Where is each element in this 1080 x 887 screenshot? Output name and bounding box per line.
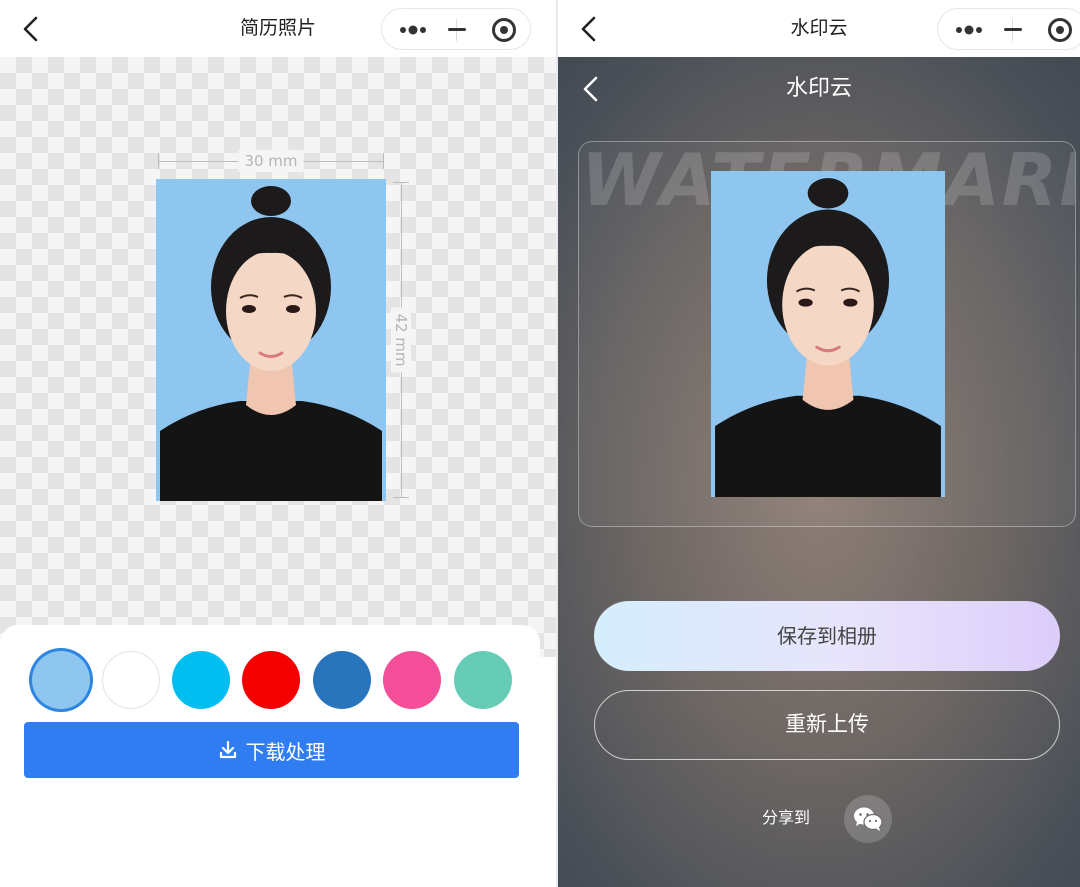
mini-program-capsule bbox=[937, 8, 1080, 50]
target-circle-icon[interactable] bbox=[492, 18, 516, 42]
download-button[interactable]: 下载处理 bbox=[24, 722, 519, 778]
page-title: 水印云 bbox=[785, 76, 852, 101]
height-dimension: 42 mm bbox=[390, 182, 412, 498]
save-to-album-button[interactable]: 保存到相册 bbox=[594, 601, 1060, 671]
wechat-icon bbox=[854, 807, 883, 831]
minimize-icon[interactable] bbox=[448, 28, 466, 31]
download-icon bbox=[219, 740, 236, 759]
height-label: 42 mm bbox=[391, 307, 411, 373]
swatch-white[interactable] bbox=[102, 651, 160, 709]
reupload-button[interactable]: 重新上传 bbox=[594, 690, 1060, 760]
right-navbar: 水印云 bbox=[558, 0, 1080, 57]
swatch-pink[interactable] bbox=[383, 651, 441, 709]
background-color-panel: 下载处理 bbox=[0, 625, 540, 887]
more-dots-icon[interactable] bbox=[955, 23, 983, 37]
portrait-image bbox=[715, 178, 941, 497]
left-navbar: 简历照片 bbox=[0, 0, 556, 57]
more-dots-icon[interactable] bbox=[399, 23, 427, 37]
minimize-icon[interactable] bbox=[1004, 28, 1022, 31]
target-circle-icon[interactable] bbox=[1048, 18, 1072, 42]
swatch-red[interactable] bbox=[242, 651, 300, 709]
width-dimension: 30 mm bbox=[158, 150, 384, 172]
swatch-teal[interactable] bbox=[454, 651, 512, 709]
processed-photo bbox=[711, 171, 945, 497]
width-label: 30 mm bbox=[238, 150, 304, 172]
right-screen: 水印云 水印云 WATERMARK 保存到 bbox=[558, 0, 1080, 887]
wechat-share-button[interactable] bbox=[844, 795, 892, 843]
left-screen: 简历照片 30 mm 42 mm 下载处理 bbox=[0, 0, 556, 887]
swatch-cyan[interactable] bbox=[172, 651, 230, 709]
swatch-light-blue[interactable] bbox=[32, 651, 90, 709]
id-photo-preview bbox=[156, 179, 386, 501]
download-label: 下载处理 bbox=[245, 739, 326, 764]
share-label: 分享到 bbox=[762, 808, 811, 827]
swatch-blue[interactable] bbox=[313, 651, 371, 709]
mini-program-capsule bbox=[381, 8, 531, 50]
portrait-image bbox=[160, 186, 382, 501]
